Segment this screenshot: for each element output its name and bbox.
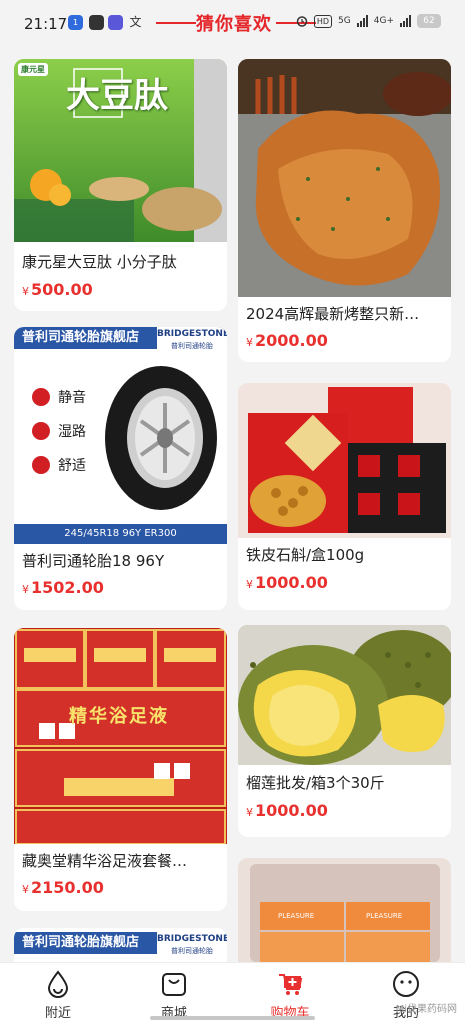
brand-logo: BRIDGESTONE 普利司通轮胎 — [157, 932, 227, 955]
store-banner: 普利司通轮胎旗舰店 BRIDGESTONE 普利司通轮胎 — [14, 327, 227, 350]
gallery-app-icon — [108, 15, 123, 30]
price-value: 1000.00 — [255, 801, 328, 820]
tab-cart[interactable]: 购物车 — [232, 963, 348, 1024]
brand-logo-name: BRIDGESTONE — [157, 934, 227, 944]
tab-nearby[interactable]: 附近 — [0, 963, 116, 1024]
price-value: 1000.00 — [255, 573, 328, 592]
translate-icon: 文 — [129, 15, 142, 29]
hd-icon: HD — [313, 14, 333, 28]
product-title: 榴莲批发/箱3个30斤 — [246, 774, 385, 792]
box-label: PLEASURE — [366, 912, 403, 920]
price-value: 500.00 — [31, 280, 93, 299]
currency-symbol: ¥ — [22, 883, 29, 896]
product-title: 铁皮石斛/盒100g — [246, 546, 365, 564]
product-image — [238, 625, 451, 765]
store-banner-text: 普利司通轮胎旗舰店 — [22, 935, 140, 950]
network-4g-label: 4G+ — [373, 16, 394, 26]
alarm-icon — [296, 16, 308, 27]
product-image: 普利司通轮胎旗舰店 BRIDGESTONE 普利司通轮胎 静音 湿路 舒适 245… — [14, 327, 227, 544]
tab-mall[interactable]: 商城 — [116, 963, 232, 1024]
smiley-face-icon — [393, 971, 419, 997]
product-card[interactable]: 精华浴足液 藏奥堂精华浴足液套餐… ¥2150.00 — [14, 628, 227, 911]
brand-logo-name: BRIDGESTONE — [157, 329, 227, 339]
product-image: 康元星 大豆肽 — [14, 59, 227, 242]
feature-item: 舒适 — [32, 455, 86, 475]
price-value: 2000.00 — [255, 331, 328, 350]
chat-bubble-icon — [89, 15, 104, 30]
product-card[interactable]: 榴莲批发/箱3个30斤 ¥1000.00 — [238, 625, 451, 837]
home-indicator[interactable] — [150, 1016, 315, 1020]
section-header: 猜你喜欢 — [150, 8, 320, 36]
currency-symbol: ¥ — [246, 806, 253, 819]
signal-icon-2 — [400, 15, 411, 27]
product-image — [238, 383, 451, 538]
product-price: ¥500.00 — [22, 280, 93, 299]
feature-label: 静音 — [58, 390, 86, 406]
feature-label: 湿路 — [58, 424, 86, 440]
durian-photo — [238, 625, 451, 765]
product-card[interactable]: 铁皮石斛/盒100g ¥1000.00 — [238, 383, 451, 610]
product-image: PLEASURE PLEASURE — [238, 858, 451, 962]
cart-icon — [279, 974, 303, 995]
foot-bath-boxes-photo — [14, 628, 227, 844]
title-divider-left — [156, 22, 196, 24]
product-card[interactable]: 2024高辉最新烤整只新… ¥2000.00 — [238, 59, 451, 362]
product-image — [238, 59, 451, 297]
store-banner: 普利司通轮胎旗舰店 BRIDGESTONE 普利司通轮胎 — [14, 932, 227, 955]
brand-logo: BRIDGESTONE 普利司通轮胎 — [157, 327, 227, 350]
network-5g-label: 5G — [338, 16, 351, 26]
tab-label: 附近 — [44, 1006, 71, 1021]
dendrobium-gift-box-photo — [238, 383, 451, 538]
comfort-icon — [32, 456, 50, 474]
price-value: 1502.00 — [31, 578, 104, 597]
currency-symbol: ¥ — [22, 583, 29, 596]
product-card[interactable]: 普利司通轮胎旗舰店 BRIDGESTONE 普利司通轮胎 静音 湿路 舒适 245… — [14, 327, 227, 610]
product-price: ¥1502.00 — [22, 578, 104, 597]
feature-label: 舒适 — [58, 458, 86, 474]
wet-road-icon — [32, 422, 50, 440]
product-price: ¥2000.00 — [246, 331, 328, 350]
product-title: 康元星大豆肽 小分子肽 — [22, 253, 177, 271]
tire-spec: 245/45R18 96Y ER300 — [64, 528, 177, 539]
product-price: ¥2150.00 — [22, 878, 104, 897]
brand-logo-sub: 普利司通轮胎 — [171, 947, 213, 955]
price-value: 2150.00 — [31, 878, 104, 897]
quiet-icon — [32, 388, 50, 406]
tire-spec-bar: 245/45R18 96Y ER300 — [14, 524, 227, 544]
section-title: 猜你喜欢 — [196, 14, 272, 35]
product-image: 精华浴足液 — [14, 628, 227, 844]
currency-symbol: ¥ — [246, 336, 253, 349]
product-price: ¥1000.00 — [246, 573, 328, 592]
product-title: 藏奥堂精华浴足液套餐… — [22, 852, 188, 870]
product-card[interactable]: 康元星 大豆肽 康元星大豆肽 小分子肽 ¥500.00 — [14, 59, 227, 311]
brand-logo-sub: 普利司通轮胎 — [171, 342, 213, 350]
app-notification-icon: 1 — [68, 15, 83, 30]
product-price: ¥1000.00 — [246, 801, 328, 820]
location-drop-icon — [47, 970, 69, 998]
image-headline-text: 精华浴足液 — [69, 706, 169, 727]
image-headline-text: 大豆肽 — [66, 76, 168, 116]
product-card[interactable]: PLEASURE PLEASURE — [238, 858, 451, 962]
signal-icon — [356, 15, 368, 27]
battery-icon: 62 — [417, 14, 441, 28]
watermark: Mi伐果药码网 — [395, 1004, 457, 1015]
store-banner-text: 普利司通轮胎旗舰店 — [22, 330, 140, 345]
currency-symbol: ¥ — [246, 578, 253, 591]
product-title: 普利司通轮胎18 96Y — [22, 552, 165, 570]
system-indicators: HD 5G 4G+ 62 — [296, 14, 441, 28]
box-label: PLEASURE — [278, 912, 315, 920]
feature-list: 静音 湿路 舒适 — [32, 387, 86, 475]
pleasure-boxes-photo — [238, 858, 451, 962]
currency-symbol: ¥ — [22, 285, 29, 298]
feature-item: 静音 — [32, 387, 86, 407]
roast-lamb-photo — [238, 59, 451, 297]
product-card[interactable]: 普利司通轮胎旗舰店 BRIDGESTONE 普利司通轮胎 — [14, 928, 227, 962]
feature-item: 湿路 — [32, 421, 86, 441]
brand-logo-text: 康元星 — [18, 63, 48, 76]
status-time: 21:17 — [24, 15, 68, 33]
shopping-bag-icon — [162, 973, 186, 996]
tire-image — [105, 366, 217, 510]
status-bar: 21:17 1 文 猜你喜欢 HD 5G 4G+ 62 — [0, 0, 465, 46]
product-title: 2024高辉最新烤整只新… — [246, 305, 420, 323]
